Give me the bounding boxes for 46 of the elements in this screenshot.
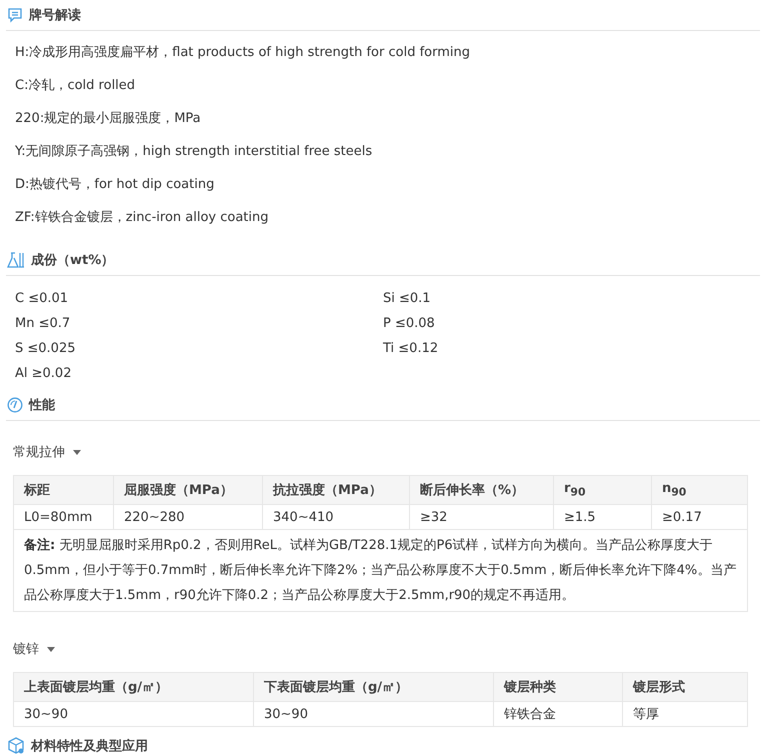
table-cell: 30~90 (14, 702, 254, 726)
dropdown-toggle[interactable]: 常规拉伸 (13, 441, 81, 463)
column-header: 断后伸长率（%） (410, 476, 554, 504)
designation-line: Y:无间隙原子高强钢，high strength interstitial free steels (15, 143, 374, 161)
designation-line: ZF:锌铁合金镀层，zinc-iron alloy coating (15, 209, 270, 227)
section-title: 性能 (29, 397, 55, 414)
composition-value: Si ≤0.1 (383, 290, 432, 308)
composition-value: C ≤0.01 (15, 290, 70, 308)
flask-icon (7, 252, 25, 268)
cube-icon (7, 737, 25, 755)
table-cell: 30~90 (254, 702, 494, 726)
designation-line: C:冷轧，cold rolled (15, 77, 136, 95)
column-header: 屈服强度（MPa） (114, 476, 262, 504)
caret-icon (47, 646, 55, 652)
section-title: 牌号解读 (29, 7, 81, 24)
column-header: 标距 (14, 476, 114, 504)
gauge-icon (7, 397, 23, 413)
caret-icon (73, 450, 81, 454)
table-cell: 等厚 (622, 702, 748, 726)
table-cell: 220~280 (114, 504, 262, 530)
column-header: 下表面镀层均重（g/㎡） (254, 672, 494, 702)
table-cell: ≥32 (410, 504, 554, 530)
column-header: r$_{90}$ (554, 476, 652, 504)
composition-value: Ti ≤0.12 (383, 340, 440, 358)
designation-line: D:热镀代号，for hot dip coating (15, 176, 216, 194)
table-cell: 锌铁合金 (494, 702, 622, 726)
section-title: 成份（wt%） (31, 252, 114, 269)
designation-line: 220:规定的最小屈服强度，MPa (15, 110, 202, 128)
composition-value: Al ≥0.02 (15, 365, 72, 383)
composition-value: Mn ≤0.7 (15, 315, 72, 333)
composition-value: S ≤0.025 (15, 340, 76, 358)
designation-line: H:冷成形用高强度扁平材，flat products of high strength for cold forming (15, 44, 471, 62)
table-cell: ≥1.5 (554, 504, 652, 530)
column-header: 上表面镀层均重（g/㎡） (14, 672, 254, 702)
table-cell: ≥0.17 (652, 504, 748, 530)
message-icon (7, 7, 23, 23)
column-header: n$_{90}$ (652, 476, 748, 504)
column-header: 抗拉强度（MPa） (262, 476, 410, 504)
note-text: 备注: 无明显屈服时采用Rp0.2，否则用ReL。试样为GB/T228.1规定的P6试样，试样方向为横向。当产品公称厚度大于0.5mm，但小于等于0.7mm时，断后伸长率允许下降2%；当产品公称厚度不大于0.5mm，断后伸长率允许下降4%。当产品公称厚度大于1.5mm，r90允许下降0.2；当产品公称厚度大于2.5mm,r90的规定不再适用。 (14, 530, 748, 612)
column-header: 镀层种类 (494, 672, 622, 702)
table-cell: 340~410 (262, 504, 410, 530)
column-header: 镀层形式 (622, 672, 748, 702)
dropdown-toggle[interactable]: 镀锌 (13, 638, 55, 660)
composition-value: P ≤0.08 (383, 315, 436, 333)
table-cell: L0=80mm (14, 504, 114, 530)
section-title: 材料特性及典型应用 (31, 738, 148, 755)
